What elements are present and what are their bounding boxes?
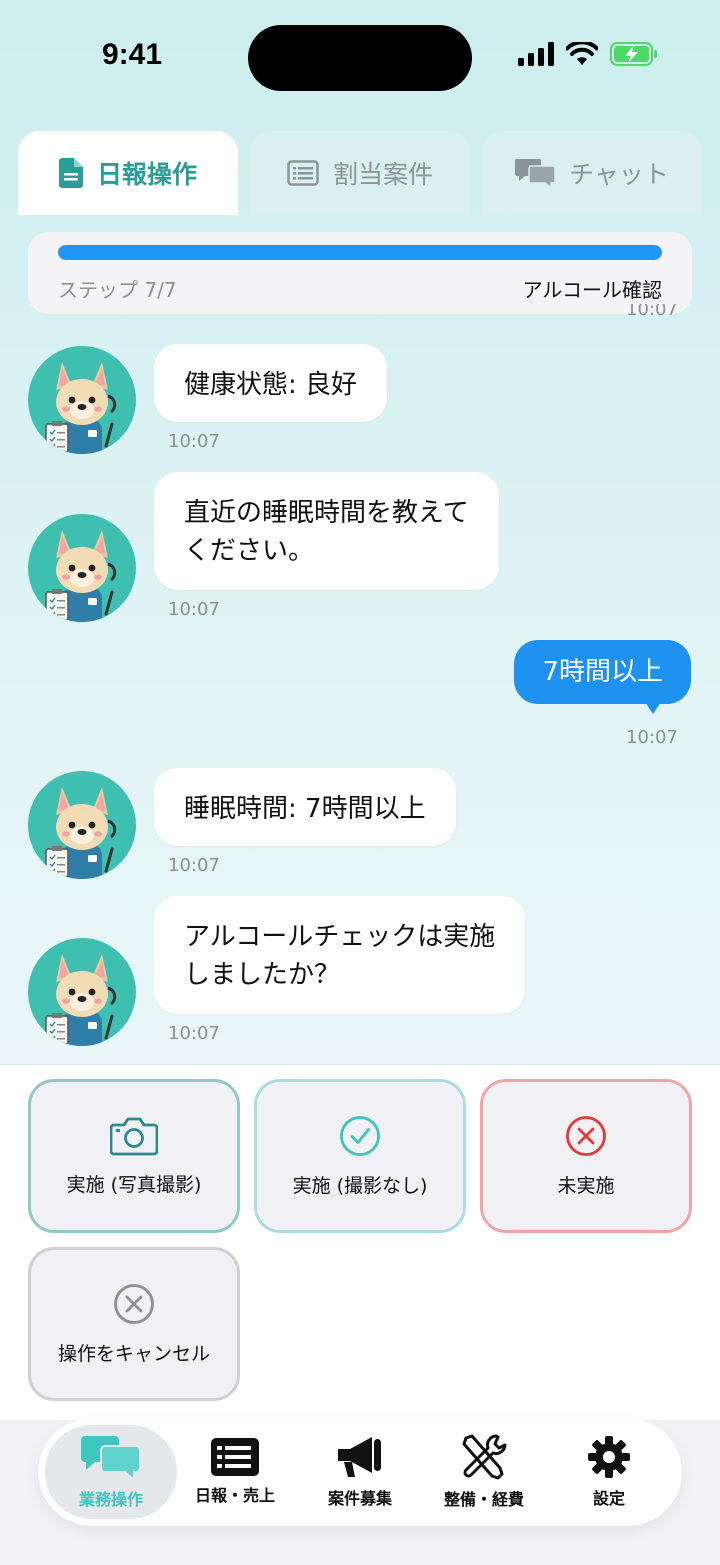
document-icon [58, 158, 83, 188]
dog-mascot [45, 362, 117, 454]
bot-message: 直近の睡眠時間を教えて ください。 [154, 472, 499, 590]
message-time: 10:07 [168, 855, 220, 876]
message-text-line: ください。 [184, 536, 315, 566]
status-icons [518, 42, 658, 66]
check-circle-icon [340, 1115, 380, 1156]
message-text: 7時間以上 [542, 657, 663, 687]
nav-label: 業務操作 [78, 1490, 143, 1509]
nav-maintenance-expenses[interactable]: 整備・経費 [424, 1425, 544, 1519]
user-message: 7時間以上 [514, 640, 691, 714]
dog-mascot [45, 787, 117, 879]
tab-label: チャット [569, 160, 669, 189]
done-without-photo-button[interactable]: 実施 (撮影なし) [254, 1079, 466, 1233]
bubble-tail [645, 702, 661, 714]
camera-icon [110, 1117, 158, 1155]
bot-avatar [28, 514, 136, 622]
list-icon [211, 1438, 259, 1476]
bot-avatar [28, 938, 136, 1046]
message-time: 10:07 [168, 431, 220, 452]
step-counter: ステップ 7/7 [58, 278, 177, 302]
tab-label: 日報操作 [96, 160, 197, 189]
step-title: アルコール確認 [522, 278, 662, 302]
option-label: 未実施 [557, 1174, 615, 1197]
not-done-button[interactable]: 未実施 [480, 1079, 692, 1233]
nav-label: 日報・売上 [194, 1486, 275, 1505]
nav-daily-sales[interactable]: 日報・売上 [175, 1425, 295, 1519]
tab-daily-report[interactable]: 日報操作 [18, 131, 238, 215]
cancel-operation-button[interactable]: 操作をキャンセル [28, 1247, 240, 1401]
chat-icon [515, 159, 556, 189]
previous-message-time: 10:07 [626, 304, 678, 316]
nav-settings[interactable]: 設定 [549, 1425, 669, 1519]
message-text-line: 直近の睡眠時間を教えて [184, 498, 469, 528]
message-text: 睡眠時間: 7時間以上 [184, 794, 426, 824]
dog-mascot [45, 954, 117, 1046]
tools-icon [462, 1434, 507, 1480]
progress-bar [58, 245, 662, 260]
x-circle-icon [566, 1115, 606, 1156]
megaphone-icon [338, 1437, 381, 1477]
message-time: 10:07 [168, 1023, 220, 1044]
battery-icon [610, 42, 657, 66]
option-label: 実施 (撮影なし) [292, 1174, 428, 1197]
wifi-icon [566, 42, 598, 65]
bot-message: 健康状態: 良好 [154, 344, 388, 422]
nav-business-operations[interactable]: 業務操作 [45, 1425, 177, 1519]
bot-avatar [28, 346, 136, 454]
nav-job-recruitment[interactable]: 案件募集 [300, 1425, 420, 1519]
tab-label: 割当案件 [332, 160, 433, 189]
message-time: 10:07 [168, 599, 220, 620]
message-text-line: アルコールチェックは実施 [184, 922, 496, 952]
progress-fill [58, 245, 662, 260]
option-label: 実施 (写真撮影) [66, 1173, 202, 1196]
cancel-circle-icon [114, 1283, 154, 1324]
message-text: 健康状態: 良好 [184, 370, 358, 400]
progress-card: ステップ 7/7 アルコール確認 [28, 232, 692, 314]
nav-label: 案件募集 [327, 1489, 392, 1508]
dog-mascot [45, 530, 117, 622]
done-with-photo-button[interactable]: 実施 (写真撮影) [28, 1079, 240, 1233]
bot-avatar [28, 771, 136, 879]
message-text-line: しましたか？ [184, 960, 341, 990]
bot-message: 睡眠時間: 7時間以上 [154, 768, 456, 846]
tab-assigned-jobs[interactable]: 割当案件 [250, 131, 470, 215]
gear-icon [588, 1436, 630, 1478]
list-icon [287, 160, 319, 186]
message-time: 10:07 [626, 727, 678, 748]
signal-icon [518, 42, 554, 66]
tab-chat[interactable]: チャット [482, 131, 702, 215]
nav-label: 整備・経費 [443, 1490, 524, 1509]
chat-bubbles-icon [81, 1436, 141, 1480]
dynamic-island [248, 25, 472, 91]
nav-label: 設定 [592, 1489, 625, 1508]
bot-message: アルコールチェックは実施 しましたか？ [154, 896, 526, 1014]
option-label: 操作をキャンセル [57, 1342, 210, 1365]
status-time: 9:41 [102, 38, 163, 71]
